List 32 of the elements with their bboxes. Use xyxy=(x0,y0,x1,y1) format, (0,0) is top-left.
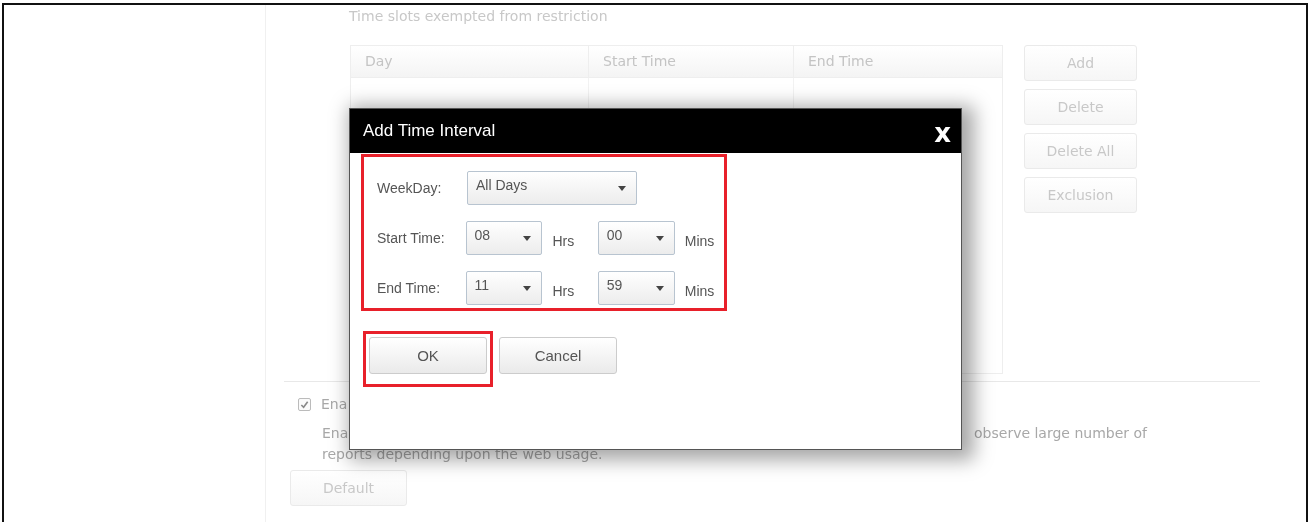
field-label: WeekDay: xyxy=(377,180,443,196)
dropdown[interactable]: All Days xyxy=(467,171,637,205)
unit-label: Mins xyxy=(683,283,716,299)
dropdown[interactable]: 00 xyxy=(597,221,675,255)
caret-icon xyxy=(618,185,626,191)
unit-label: Hrs xyxy=(551,233,576,249)
dropdown[interactable]: 11 xyxy=(465,271,543,305)
caret-icon xyxy=(655,285,664,291)
field-label: End Time: xyxy=(377,280,442,296)
dropdown-value: 00 xyxy=(606,227,623,243)
caret-icon xyxy=(523,235,532,241)
dropdown[interactable]: 59 xyxy=(597,271,675,305)
dropdown-value: All Days xyxy=(476,177,528,193)
option-label: Ena xyxy=(321,396,348,412)
description-text: Ena xyxy=(322,425,349,441)
dialog-button[interactable]: OK xyxy=(369,337,487,374)
description-text: observe large number of xyxy=(974,425,1147,441)
dropdown-value: 59 xyxy=(606,277,623,293)
unit-label: Hrs xyxy=(551,283,576,299)
unit-label: Mins xyxy=(683,233,716,249)
check-icon xyxy=(300,399,309,409)
caret-icon xyxy=(655,235,664,241)
dialog-title: Add Time Interval xyxy=(363,121,496,141)
checkbox[interactable] xyxy=(298,397,311,411)
dropdown-value: 11 xyxy=(474,277,490,293)
column-header: Day xyxy=(351,46,589,78)
close-button[interactable]: x xyxy=(934,120,951,146)
dropdown[interactable]: 08 xyxy=(465,221,543,255)
dropdown-value: 08 xyxy=(474,227,491,243)
caret-icon xyxy=(523,285,532,291)
dialog-button[interactable]: Cancel xyxy=(499,337,617,374)
field-label: Start Time: xyxy=(377,230,446,246)
